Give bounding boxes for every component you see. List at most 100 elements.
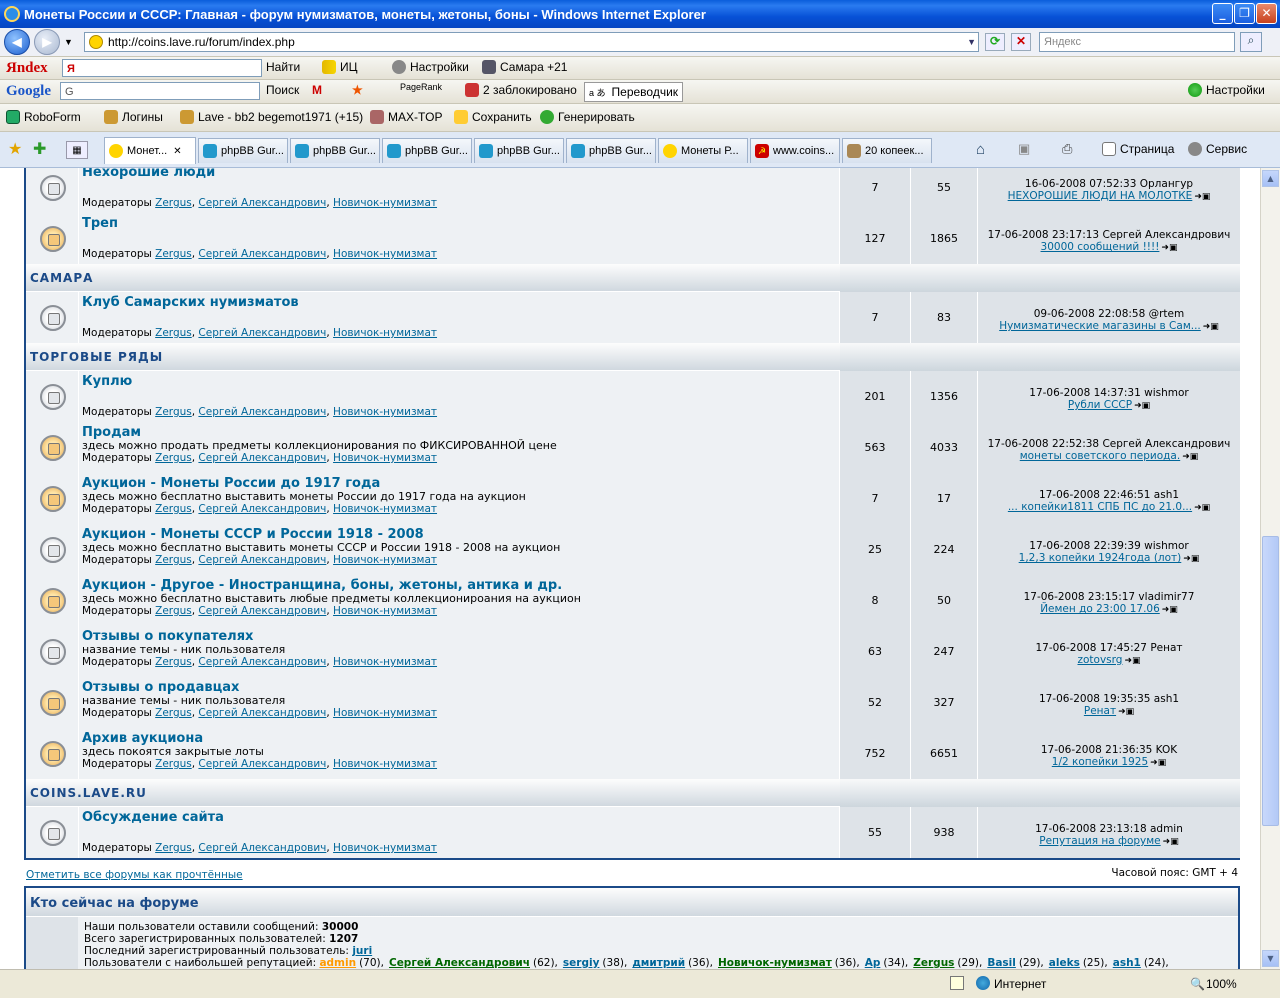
tab-1[interactable]: Монет... ✕ — [104, 137, 196, 164]
reputation-user-link[interactable]: дмитрий — [632, 957, 685, 969]
moderator-link[interactable]: Zergus — [155, 842, 192, 854]
forum-title-link[interactable]: Аукцион - Другое - Иностранщина, боны, ж… — [82, 578, 562, 593]
moderator-link[interactable]: Zergus — [155, 248, 192, 260]
moderator-link[interactable]: Сергей Александрович — [198, 842, 326, 854]
goto-last-post-icon[interactable]: ➜▣ — [1134, 400, 1150, 412]
last-post-topic-link[interactable]: Ренат — [1084, 705, 1116, 717]
moderator-link[interactable]: Сергей Александрович — [198, 707, 326, 719]
logins-button[interactable]: Логины — [122, 110, 163, 124]
mark-all-read-link[interactable]: Отметить все форумы как прочтённые — [26, 869, 243, 881]
tab-4[interactable]: phpBB Gur... — [382, 138, 472, 163]
google-settings-button[interactable]: Настройки — [1206, 83, 1265, 97]
yandex-settings-button[interactable]: Настройки — [410, 60, 469, 74]
goto-last-post-icon[interactable]: ➜▣ — [1124, 655, 1140, 667]
reputation-user-link[interactable]: admin — [319, 957, 356, 969]
moderator-link[interactable]: Новичок-нумизмат — [333, 503, 437, 515]
moderator-link[interactable]: Сергей Александрович — [198, 656, 326, 668]
tab-3[interactable]: phpBB Gur... — [290, 138, 380, 163]
lave-login-button[interactable]: Lave - bb2 begemot1971 (+15) — [198, 110, 363, 124]
forum-title-link[interactable]: Треп — [82, 216, 118, 231]
generate-button[interactable]: Генерировать — [558, 110, 635, 124]
last-post-topic-link[interactable]: 1/2 копейки 1925 — [1052, 756, 1148, 768]
tab-close-icon[interactable]: ✕ — [173, 146, 181, 157]
forum-title-link[interactable]: Клуб Самарских нумизматов — [82, 295, 299, 310]
moderator-link[interactable]: Сергей Александрович — [198, 605, 326, 617]
category-title[interactable]: ТОРГОВЫЕ РЯДЫ — [30, 350, 163, 364]
last-post-topic-link[interactable]: монеты советского периода. — [1020, 450, 1180, 462]
tools-menu-button[interactable]: Сервис — [1206, 142, 1247, 156]
maximize-button[interactable]: ❐ — [1234, 3, 1255, 24]
print-icon[interactable]: ⎙ — [1062, 141, 1072, 157]
moderator-link[interactable]: Новичок-нумизмат — [333, 605, 437, 617]
moderator-link[interactable]: Сергей Александрович — [198, 197, 326, 209]
moderator-link[interactable]: Новичок-нумизмат — [333, 707, 437, 719]
translator-button[interactable]: a あ Переводчик — [584, 82, 684, 102]
url-field[interactable]: http://coins.lave.ru/forum/index.php ▼ — [84, 32, 979, 52]
zoom-level[interactable]: 100% — [1206, 977, 1237, 991]
close-button[interactable]: ✕ — [1256, 3, 1277, 24]
add-favorites-icon[interactable]: ✚ — [33, 139, 46, 159]
moderator-link[interactable]: Сергей Александрович — [198, 248, 326, 260]
scroll-down-icon[interactable]: ▼ — [1262, 950, 1279, 967]
moderator-link[interactable]: Zergus — [155, 656, 192, 668]
google-search-input[interactable]: G — [60, 82, 260, 100]
last-post-topic-link[interactable]: 1,2,3 копейки 1924года (лот) — [1019, 552, 1182, 564]
forward-button[interactable]: ▶ — [34, 29, 60, 55]
quick-tabs-icon[interactable]: ▦ — [66, 141, 88, 159]
moderator-link[interactable]: Новичок-нумизмат — [333, 327, 437, 339]
moderator-link[interactable]: Новичок-нумизмат — [333, 758, 437, 770]
last-user-link[interactable]: juri — [352, 945, 372, 957]
reputation-user-link[interactable]: Zergus — [913, 957, 954, 969]
category-title[interactable]: САМАРА — [30, 271, 93, 285]
forum-title-link[interactable]: Аукцион - Монеты России до 1917 года — [82, 476, 380, 491]
zoom-icon[interactable]: 🔍 — [1190, 977, 1205, 991]
bookmarks-icon[interactable]: ★ — [352, 83, 363, 97]
moderator-link[interactable]: Сергей Александрович — [198, 758, 326, 770]
moderator-link[interactable]: Zergus — [155, 197, 192, 209]
yandex-search-input[interactable]: Я — [62, 59, 262, 77]
page-menu-button[interactable]: Страница — [1120, 142, 1174, 156]
yandex-logo[interactable]: Яndex — [6, 60, 48, 77]
category-title[interactable]: COINS.LAVE.RU — [30, 786, 147, 800]
search-icon[interactable]: ⌕ — [1240, 32, 1262, 52]
goto-last-post-icon[interactable]: ➜▣ — [1150, 757, 1166, 769]
last-post-topic-link[interactable]: Нумизматические магазины в Сам... — [999, 320, 1201, 332]
goto-last-post-icon[interactable]: ➜▣ — [1161, 242, 1177, 254]
moderator-link[interactable]: Новичок-нумизмат — [333, 452, 437, 464]
tab-6[interactable]: phpBB Gur... — [566, 138, 656, 163]
last-post-topic-link[interactable]: Рубли СССР — [1068, 399, 1132, 411]
moderator-link[interactable]: Новичок-нумизмат — [333, 248, 437, 260]
roboform-button[interactable]: RoboForm — [24, 110, 81, 124]
weather-button[interactable]: Самара +21 — [500, 60, 567, 74]
moderator-link[interactable]: Zergus — [155, 758, 192, 770]
moderator-link[interactable]: Новичок-нумизмат — [333, 842, 437, 854]
moderator-link[interactable]: Zergus — [155, 554, 192, 566]
tab-2[interactable]: phpBB Gur... — [198, 138, 288, 163]
last-post-topic-link[interactable]: НЕХОРОШИЕ ЛЮДИ НА МОЛОТКЕ — [1008, 190, 1193, 202]
moderator-link[interactable]: Сергей Александрович — [198, 503, 326, 515]
reputation-user-link[interactable]: Basil — [987, 957, 1016, 969]
forum-title-link[interactable]: Обсуждение сайта — [82, 810, 224, 825]
popup-blocker-button[interactable]: 2 заблокировано — [483, 83, 577, 97]
refresh-icon[interactable]: ⟳ — [985, 33, 1005, 51]
tab-7[interactable]: Монеты Р... — [658, 138, 748, 163]
save-button[interactable]: Сохранить — [472, 110, 532, 124]
moderator-link[interactable]: Новичок-нумизмат — [333, 406, 437, 418]
last-post-topic-link[interactable]: zotovsrg — [1077, 654, 1122, 666]
moderator-link[interactable]: Zergus — [155, 503, 192, 515]
goto-last-post-icon[interactable]: ➜▣ — [1194, 502, 1210, 514]
tab-8[interactable]: ☭ www.coins... — [750, 138, 840, 163]
favorites-star-icon[interactable]: ★ — [8, 139, 22, 159]
last-post-topic-link[interactable]: ... копейки1811 СПБ ПС до 21.0... — [1008, 501, 1192, 513]
goto-last-post-icon[interactable]: ➜▣ — [1162, 604, 1178, 616]
moderator-link[interactable]: Zergus — [155, 406, 192, 418]
minimize-button[interactable]: _ — [1212, 3, 1233, 24]
moderator-link[interactable]: Zergus — [155, 452, 192, 464]
goto-last-post-icon[interactable]: ➜▣ — [1203, 321, 1219, 333]
goto-last-post-icon[interactable]: ➜▣ — [1194, 191, 1210, 203]
forum-title-link[interactable]: Продам — [82, 425, 141, 440]
last-post-topic-link[interactable]: Репутация на форуме — [1039, 835, 1160, 847]
google-search-button[interactable]: Поиск — [266, 83, 299, 97]
maxtop-button[interactable]: MAX-TOP — [388, 110, 442, 124]
moderator-link[interactable]: Новичок-нумизмат — [333, 554, 437, 566]
